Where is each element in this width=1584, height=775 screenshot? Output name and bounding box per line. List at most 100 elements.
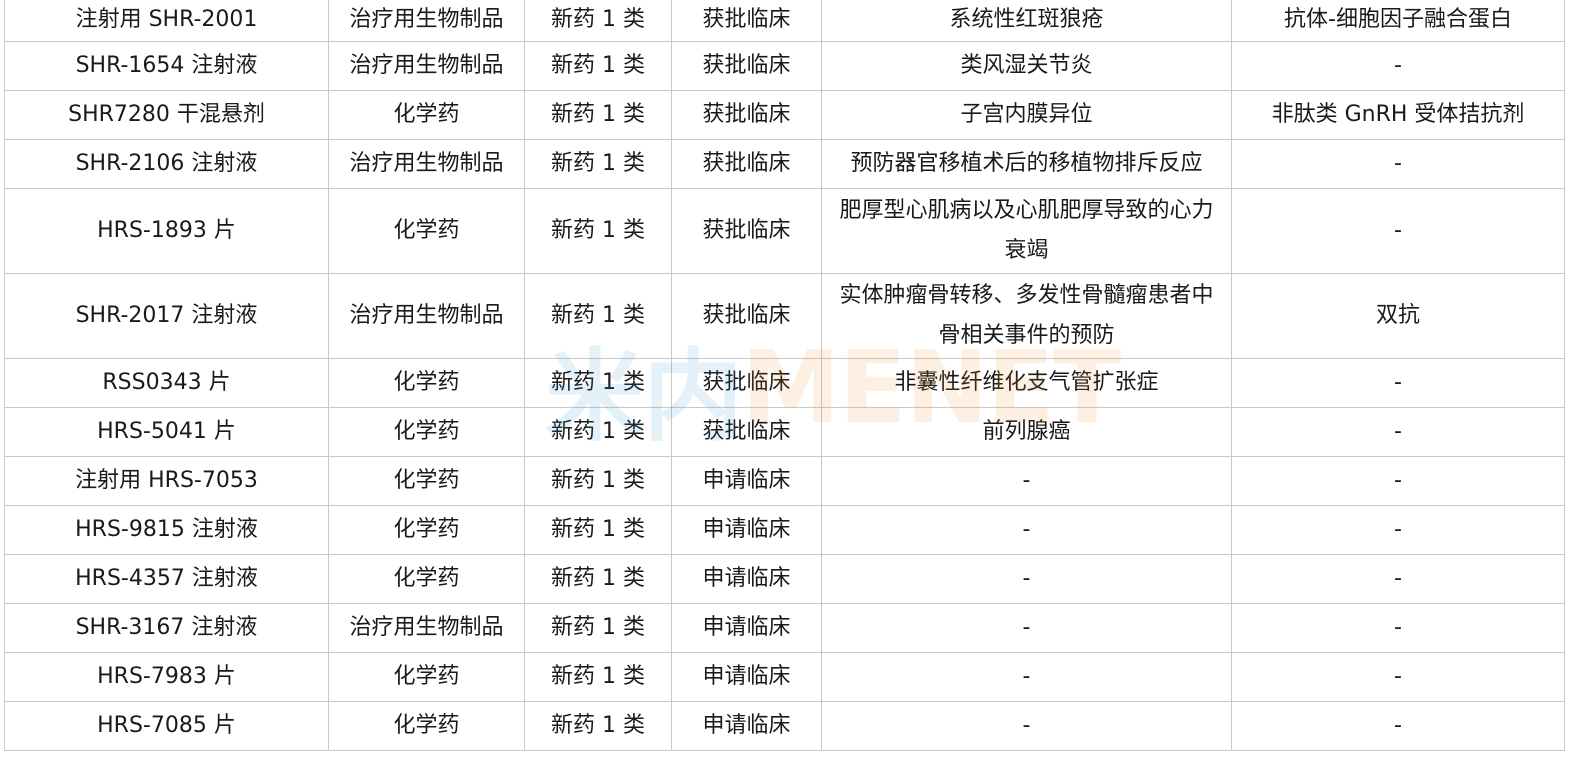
status-cell: 获批临床: [671, 138, 822, 189]
drug-category-cell: 化学药: [328, 455, 525, 506]
table-row: HRS-1893 片 化学药 新药 1 类 获批临床 肥厚型心肌病以及心肌肥厚导…: [4, 187, 1565, 274]
mechanism-cell: -: [1231, 700, 1565, 751]
registration-class-cell: 新药 1 类: [524, 40, 672, 91]
mechanism-cell: -: [1231, 138, 1565, 189]
drug-name-cell: SHR-1654 注射液: [4, 40, 329, 91]
status-cell: 获批临床: [671, 357, 822, 408]
registration-class-cell: 新药 1 类: [524, 455, 672, 506]
status-cell: 申请临床: [671, 651, 822, 702]
table-row: SHR7280 干混悬剂 化学药 新药 1 类 获批临床 子宫内膜异位 非肽类 …: [4, 89, 1565, 140]
indication-cell: 非囊性纤维化支气管扩张症: [821, 357, 1232, 408]
mechanism-cell: -: [1231, 40, 1565, 91]
indication-cell: -: [821, 553, 1232, 604]
drug-category-cell: 化学药: [328, 406, 525, 457]
status-cell: 申请临床: [671, 455, 822, 506]
registration-class-cell: 新药 1 类: [524, 651, 672, 702]
status-cell: 获批临床: [671, 406, 822, 457]
table-row: HRS-7085 片 化学药 新药 1 类 申请临床 - -: [4, 700, 1565, 751]
drug-approval-table-container: 注射用 SHR-2001 治疗用生物制品 新药 1 类 获批临床 系统性红斑狼疮…: [4, 0, 1565, 751]
drug-category-cell: 化学药: [328, 700, 525, 751]
indication-cell: -: [821, 602, 1232, 653]
table-row: SHR-2017 注射液 治疗用生物制品 新药 1 类 获批临床 实体肿瘤骨转移…: [4, 272, 1565, 359]
table-row: RSS0343 片 化学药 新药 1 类 获批临床 非囊性纤维化支气管扩张症 -: [4, 357, 1565, 408]
registration-class-cell: 新药 1 类: [524, 89, 672, 140]
drug-name-cell: 注射用 SHR-2001: [4, 0, 329, 42]
drug-category-cell: 化学药: [328, 504, 525, 555]
drug-name-cell: SHR-2106 注射液: [4, 138, 329, 189]
mechanism-cell: 抗体-细胞因子融合蛋白: [1231, 0, 1565, 42]
mechanism-cell: -: [1231, 602, 1565, 653]
drug-name-cell: HRS-4357 注射液: [4, 553, 329, 604]
drug-category-cell: 化学药: [328, 553, 525, 604]
table-row: SHR-3167 注射液 治疗用生物制品 新药 1 类 申请临床 - -: [4, 602, 1565, 653]
status-cell: 获批临床: [671, 187, 822, 274]
table-row: SHR-1654 注射液 治疗用生物制品 新药 1 类 获批临床 类风湿关节炎 …: [4, 40, 1565, 91]
drug-category-cell: 化学药: [328, 187, 525, 274]
table-row: 注射用 SHR-2001 治疗用生物制品 新药 1 类 获批临床 系统性红斑狼疮…: [4, 0, 1565, 42]
registration-class-cell: 新药 1 类: [524, 138, 672, 189]
status-cell: 申请临床: [671, 553, 822, 604]
status-cell: 获批临床: [671, 272, 822, 359]
drug-name-cell: HRS-7983 片: [4, 651, 329, 702]
drug-category-cell: 治疗用生物制品: [328, 0, 525, 42]
indication-cell: 肥厚型心肌病以及心肌肥厚导致的心力衰竭: [821, 187, 1232, 274]
status-cell: 获批临床: [671, 89, 822, 140]
mechanism-cell: -: [1231, 357, 1565, 408]
status-cell: 获批临床: [671, 0, 822, 42]
status-cell: 申请临床: [671, 700, 822, 751]
indication-cell: -: [821, 700, 1232, 751]
mechanism-cell: -: [1231, 651, 1565, 702]
registration-class-cell: 新药 1 类: [524, 602, 672, 653]
drug-name-cell: HRS-5041 片: [4, 406, 329, 457]
drug-category-cell: 化学药: [328, 651, 525, 702]
registration-class-cell: 新药 1 类: [524, 357, 672, 408]
indication-cell: -: [821, 455, 1232, 506]
drug-category-cell: 治疗用生物制品: [328, 272, 525, 359]
table-row: HRS-4357 注射液 化学药 新药 1 类 申请临床 - -: [4, 553, 1565, 604]
drug-name-cell: HRS-7085 片: [4, 700, 329, 751]
registration-class-cell: 新药 1 类: [524, 0, 672, 42]
table-row: SHR-2106 注射液 治疗用生物制品 新药 1 类 获批临床 预防器官移植术…: [4, 138, 1565, 189]
indication-cell: 系统性红斑狼疮: [821, 0, 1232, 42]
indication-cell: 预防器官移植术后的移植物排斥反应: [821, 138, 1232, 189]
indication-cell: -: [821, 504, 1232, 555]
drug-name-cell: SHR-3167 注射液: [4, 602, 329, 653]
drug-approval-table: 注射用 SHR-2001 治疗用生物制品 新药 1 类 获批临床 系统性红斑狼疮…: [4, 0, 1565, 751]
registration-class-cell: 新药 1 类: [524, 272, 672, 359]
drug-name-cell: HRS-9815 注射液: [4, 504, 329, 555]
mechanism-cell: -: [1231, 406, 1565, 457]
registration-class-cell: 新药 1 类: [524, 504, 672, 555]
drug-name-cell: SHR7280 干混悬剂: [4, 89, 329, 140]
drug-category-cell: 治疗用生物制品: [328, 40, 525, 91]
table-row: 注射用 HRS-7053 化学药 新药 1 类 申请临床 - -: [4, 455, 1565, 506]
mechanism-cell: -: [1231, 553, 1565, 604]
table-row: HRS-9815 注射液 化学药 新药 1 类 申请临床 - -: [4, 504, 1565, 555]
indication-cell: 类风湿关节炎: [821, 40, 1232, 91]
registration-class-cell: 新药 1 类: [524, 700, 672, 751]
mechanism-cell: -: [1231, 455, 1565, 506]
status-cell: 申请临床: [671, 504, 822, 555]
mechanism-cell: -: [1231, 187, 1565, 274]
drug-category-cell: 治疗用生物制品: [328, 138, 525, 189]
drug-name-cell: RSS0343 片: [4, 357, 329, 408]
drug-category-cell: 治疗用生物制品: [328, 602, 525, 653]
status-cell: 申请临床: [671, 602, 822, 653]
table-row: HRS-7983 片 化学药 新药 1 类 申请临床 - -: [4, 651, 1565, 702]
registration-class-cell: 新药 1 类: [524, 553, 672, 604]
indication-cell: 前列腺癌: [821, 406, 1232, 457]
status-cell: 获批临床: [671, 40, 822, 91]
mechanism-cell: 非肽类 GnRH 受体拮抗剂: [1231, 89, 1565, 140]
drug-category-cell: 化学药: [328, 89, 525, 140]
drug-category-cell: 化学药: [328, 357, 525, 408]
registration-class-cell: 新药 1 类: [524, 406, 672, 457]
registration-class-cell: 新药 1 类: [524, 187, 672, 274]
mechanism-cell: -: [1231, 504, 1565, 555]
indication-cell: 实体肿瘤骨转移、多发性骨髓瘤患者中骨相关事件的预防: [821, 272, 1232, 359]
table-row: HRS-5041 片 化学药 新药 1 类 获批临床 前列腺癌 -: [4, 406, 1565, 457]
indication-cell: 子宫内膜异位: [821, 89, 1232, 140]
mechanism-cell: 双抗: [1231, 272, 1565, 359]
drug-name-cell: SHR-2017 注射液: [4, 272, 329, 359]
drug-name-cell: 注射用 HRS-7053: [4, 455, 329, 506]
drug-name-cell: HRS-1893 片: [4, 187, 329, 274]
indication-cell: -: [821, 651, 1232, 702]
